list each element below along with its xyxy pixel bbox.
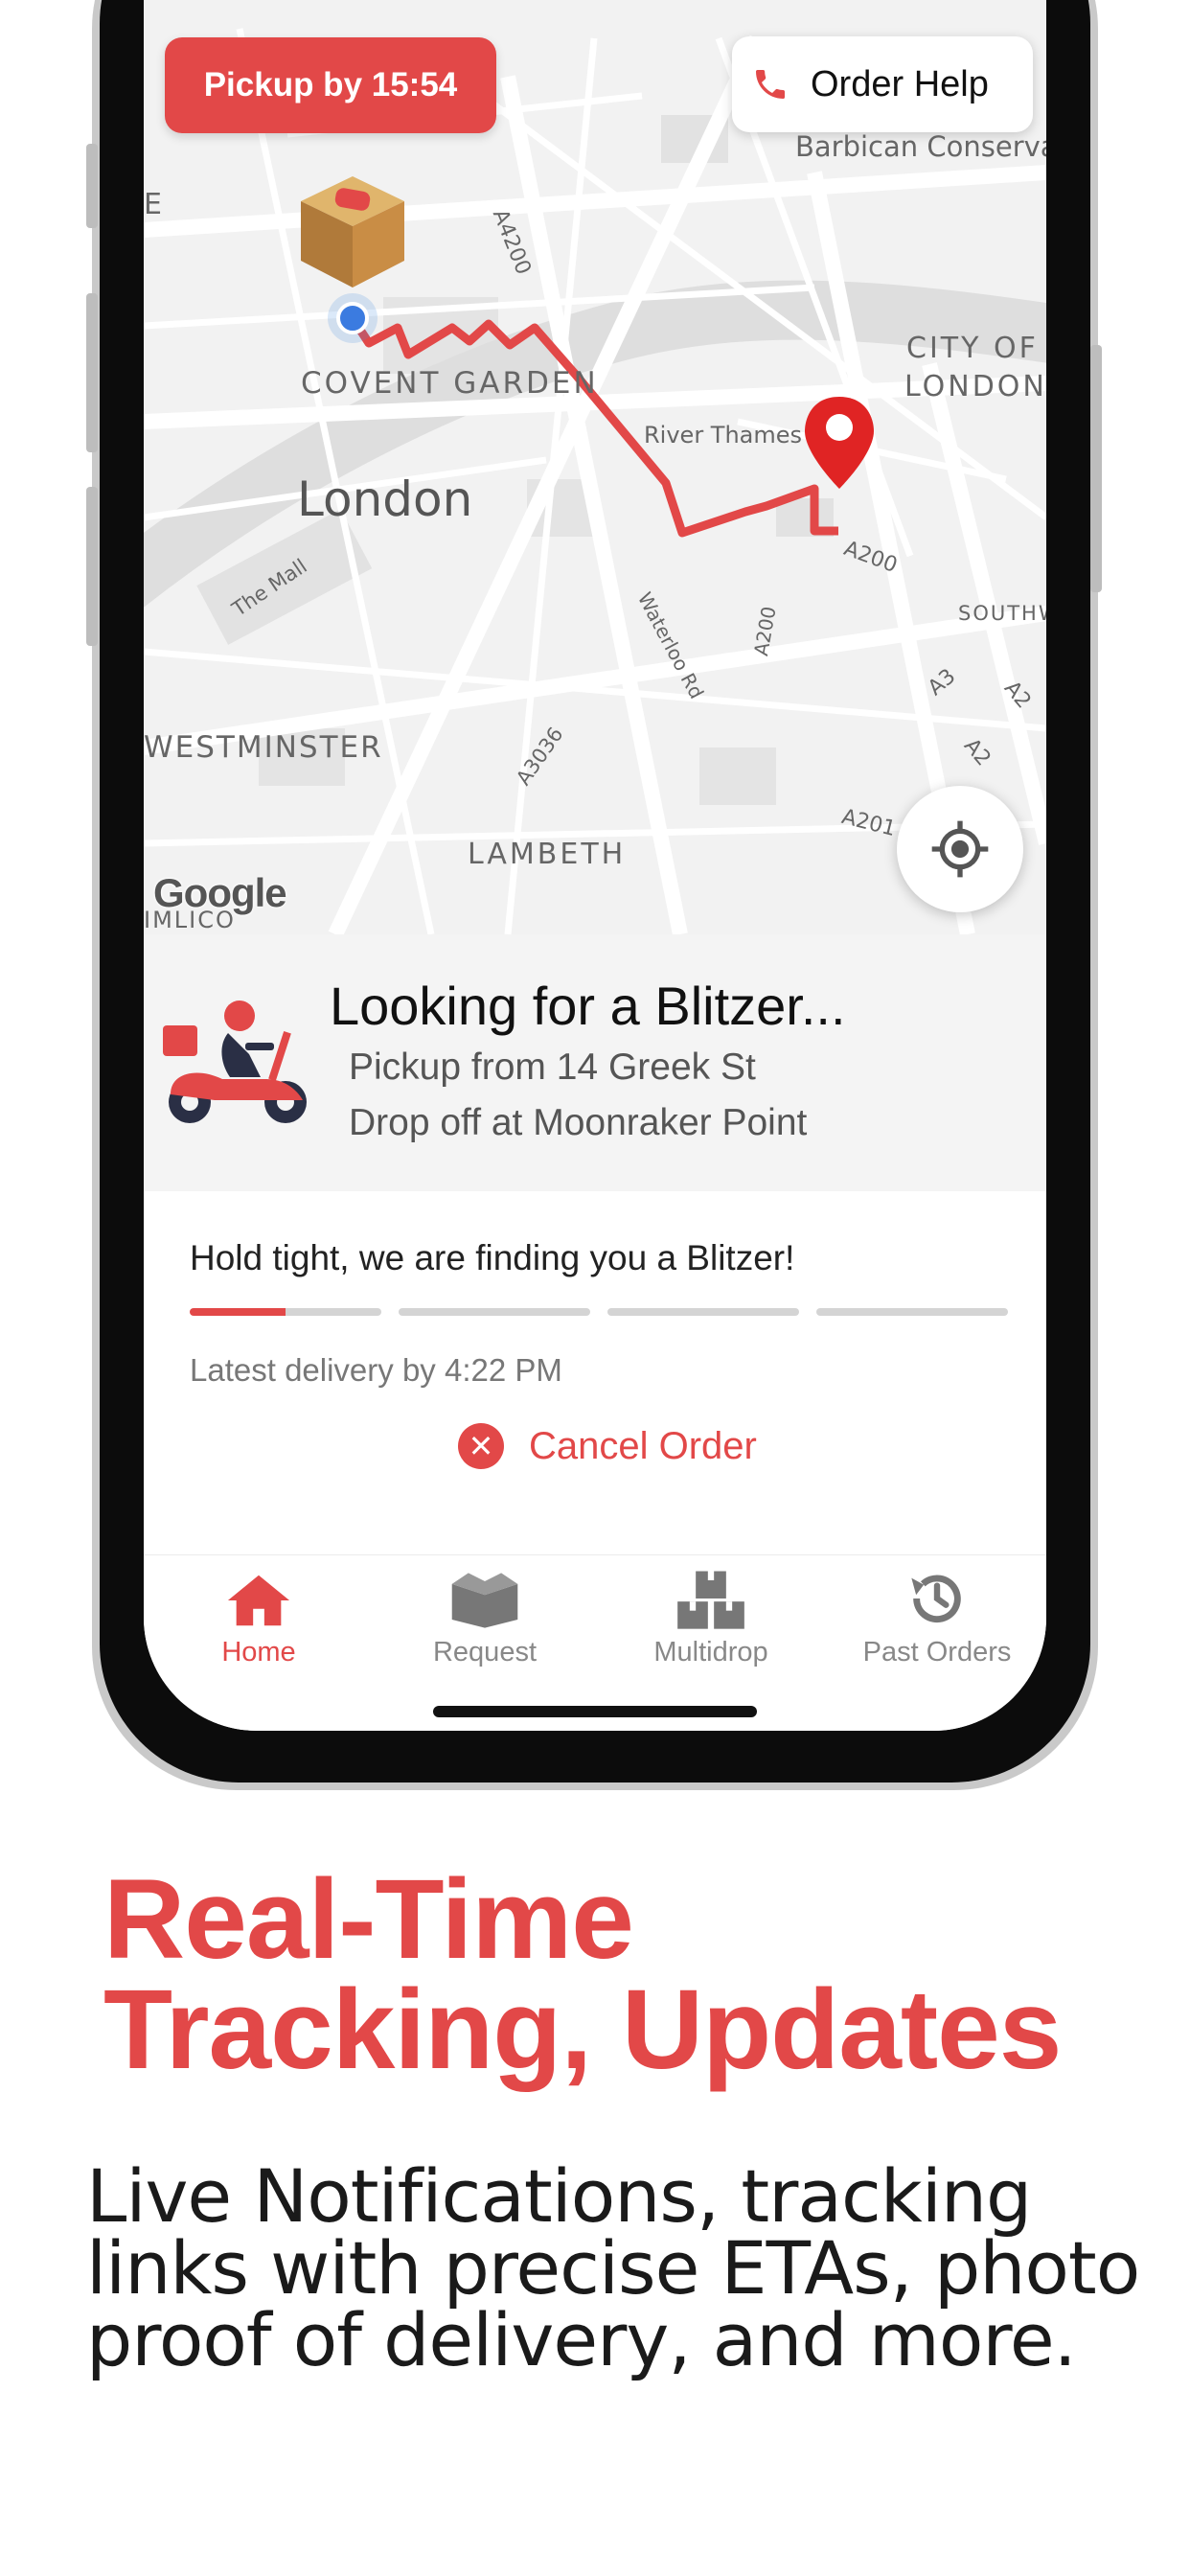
headline: Real-Time Tracking, Updates [103,1856,1062,2093]
tab-past-orders-label: Past Orders [862,1637,1012,1668]
pickup-address: Pickup from 14 Greek St [349,1046,756,1088]
map-label-covent-garden: COVENT GARDEN [301,366,599,401]
map-label-city-london: LONDON [904,370,1046,403]
history-icon [911,1575,961,1623]
app-screen: Pickup by 15:54 Order Help Barbican Cons… [144,0,1046,1731]
progress-message: Hold tight, we are finding you a Blitzer… [190,1238,795,1277]
map-label-city-of: CITY OF [906,332,1039,365]
map-label-southwark: SOUTHW [958,602,1046,625]
phone-icon [756,70,785,99]
progress-segment-3 [607,1308,799,1316]
map-label-lambeth: LAMBETH [468,838,627,871]
tab-multidrop-label: Multidrop [653,1637,768,1668]
map-label-london: London [297,472,473,527]
tab-home[interactable]: Home [146,1564,372,1668]
tab-multidrop[interactable]: Multidrop [598,1564,824,1668]
headline-line-2: Tracking, Updates [103,1966,1062,2093]
recenter-location-button[interactable] [897,786,1023,912]
latest-delivery-time: Latest delivery by 4:22 PM [190,1352,562,1388]
cancel-order-button[interactable]: ✕ Cancel Order [458,1423,757,1469]
status-title: Looking for a Blitzer... [330,976,846,1036]
mute-button [86,144,98,228]
google-logo: Google [153,870,287,915]
subcopy: Live Notifications, tracking links with … [86,2153,1159,2382]
tab-request[interactable]: Request [372,1564,598,1668]
cancel-order-label: Cancel Order [529,1424,757,1467]
home-indicator [433,1706,757,1717]
subcopy-line-3: proof of delivery, and more. [86,2297,1077,2382]
progress-segment-1 [190,1308,381,1316]
volume-down-button [86,487,98,646]
tab-request-label: Request [432,1637,537,1668]
home-icon [227,1575,290,1626]
order-help-label: Order Help [811,63,989,104]
map-label-edge-e: E [144,188,162,221]
dropoff-address: Drop off at Moonraker Point [349,1102,808,1143]
power-button [1090,345,1102,592]
progress-panel [144,1191,1046,1442]
tab-past-orders[interactable]: Past Orders [824,1564,1046,1668]
map-label-river-thames: River Thames [644,422,803,448]
volume-up-button [86,293,98,452]
subcopy-line-2: links with precise ETAs, photo [86,2225,1140,2311]
box-icon [451,1573,518,1628]
pickup-time-badge: Pickup by 15:54 [165,37,496,133]
locate-icon [931,820,989,878]
boxes-icon [677,1571,744,1629]
tab-home-label: Home [221,1637,296,1668]
progress-segment-4 [816,1308,1008,1316]
cancel-x-icon: ✕ [458,1423,504,1469]
courier-scooter-icon [163,1000,307,1123]
progress-segment-2 [399,1308,590,1316]
package-icon [301,176,404,288]
subcopy-line-1: Live Notifications, tracking [86,2153,1032,2239]
map-label-barbican: Barbican Conserva [795,130,1046,163]
headline-line-1: Real-Time [103,1856,634,1983]
order-help-button[interactable]: Order Help [732,36,1033,132]
map-view[interactable]: Pickup by 15:54 Order Help Barbican Cons… [144,0,1046,934]
map-label-westminster: WESTMINSTER [144,730,383,765]
